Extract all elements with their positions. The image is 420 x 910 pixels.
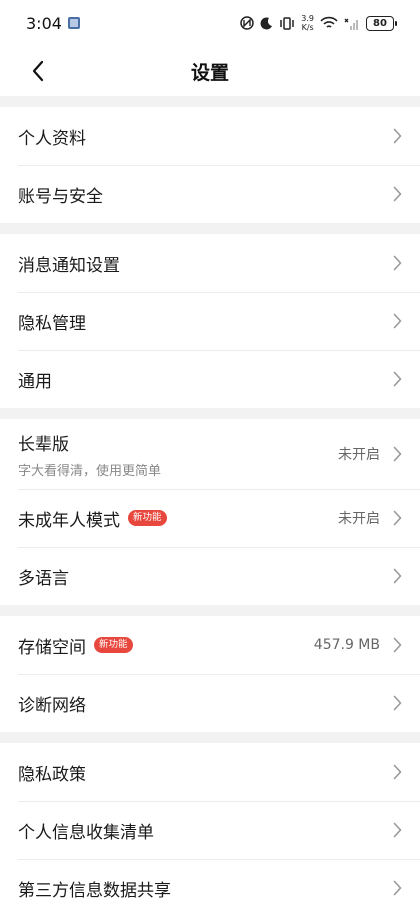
settings-item-label: 消息通知设置	[18, 255, 120, 276]
settings-item-third-party-sharing[interactable]: 第三方信息数据共享	[0, 859, 420, 910]
settings-item-label: 个人信息收集清单	[18, 822, 154, 843]
settings-item-label: 诊断网络	[18, 695, 86, 716]
chevron-right-icon	[388, 509, 402, 527]
settings-item-value: 未开启	[338, 447, 380, 463]
settings-item-general[interactable]: 通用	[0, 350, 420, 408]
settings-group-account: 个人资料 账号与安全	[0, 107, 420, 223]
chevron-left-icon	[32, 60, 44, 82]
back-button[interactable]	[22, 55, 54, 87]
network-speed-value: 3.9	[301, 14, 314, 23]
settings-item-elder-mode[interactable]: 长辈版 字大看得清，使用更简单 未开启	[0, 419, 420, 489]
chevron-right-icon	[388, 821, 402, 839]
storage-size-value: 457.9 MB	[313, 637, 380, 653]
chevron-right-icon	[388, 312, 402, 330]
navigation-bar: 设置	[0, 46, 420, 96]
chevron-right-icon	[388, 185, 402, 203]
status-left: 3:04	[26, 14, 80, 33]
status-right: 3.9 K/s 80	[240, 14, 397, 32]
settings-item-label: 通用	[18, 371, 52, 392]
settings-item-subtitle: 字大看得清，使用更简单	[18, 463, 162, 479]
network-speed-unit: K/s	[301, 23, 314, 32]
chevron-right-icon	[388, 694, 402, 712]
chevron-right-icon	[388, 127, 402, 145]
settings-item-label: 隐私政策	[18, 764, 86, 785]
chevron-right-icon	[388, 567, 402, 585]
settings-item-account-security[interactable]: 账号与安全	[0, 165, 420, 223]
new-feature-badge: 新功能	[94, 637, 133, 653]
battery-icon: 80	[366, 15, 397, 31]
settings-item-label: 账号与安全	[18, 186, 103, 207]
settings-group-storage: 存储空间 新功能 457.9 MB 诊断网络	[0, 616, 420, 732]
chevron-right-icon	[388, 763, 402, 781]
signal-icon	[344, 17, 360, 30]
settings-item-storage[interactable]: 存储空间 新功能 457.9 MB	[0, 616, 420, 674]
settings-group-legal: 隐私政策 个人信息收集清单 第三方信息数据共享	[0, 743, 420, 910]
settings-item-label: 第三方信息数据共享	[18, 880, 171, 901]
chevron-right-icon	[388, 636, 402, 654]
settings-group-modes: 长辈版 字大看得清，使用更简单 未开启 未成年人模式 新功能 未开启 多语言	[0, 419, 420, 605]
settings-item-personal-info-list[interactable]: 个人信息收集清单	[0, 801, 420, 859]
settings-item-profile[interactable]: 个人资料	[0, 107, 420, 165]
chevron-right-icon	[388, 879, 402, 897]
settings-item-network-diagnosis[interactable]: 诊断网络	[0, 674, 420, 732]
settings-item-label: 隐私管理	[18, 313, 86, 334]
status-time: 3:04	[26, 13, 62, 33]
settings-item-value: 未开启	[338, 511, 380, 527]
screen-record-icon	[67, 17, 80, 29]
chevron-right-icon	[388, 370, 402, 388]
settings-item-language[interactable]: 多语言	[0, 547, 420, 605]
settings-item-label: 未成年人模式	[18, 510, 120, 531]
nfc-icon	[240, 16, 255, 30]
settings-item-notifications[interactable]: 消息通知设置	[0, 234, 420, 292]
settings-item-label: 个人资料	[18, 128, 86, 149]
chevron-right-icon	[388, 254, 402, 272]
wifi-icon	[320, 16, 338, 30]
moon-icon	[260, 16, 273, 30]
settings-item-label: 长辈版	[18, 434, 69, 455]
vibrate-icon	[279, 16, 295, 30]
settings-item-label: 多语言	[18, 568, 69, 589]
new-feature-badge: 新功能	[128, 510, 167, 526]
page-title: 设置	[190, 61, 229, 84]
settings-item-privacy-policy[interactable]: 隐私政策	[0, 743, 420, 801]
status-bar: 3:04 3.9 K/s 80	[0, 0, 420, 46]
settings-group-general: 消息通知设置 隐私管理 通用	[0, 234, 420, 408]
settings-item-label: 存储空间	[18, 637, 86, 658]
network-speed: 3.9 K/s	[301, 14, 314, 32]
chevron-right-icon	[388, 445, 402, 463]
settings-item-minor-mode[interactable]: 未成年人模式 新功能 未开启	[0, 489, 420, 547]
settings-item-privacy-management[interactable]: 隐私管理	[0, 292, 420, 350]
